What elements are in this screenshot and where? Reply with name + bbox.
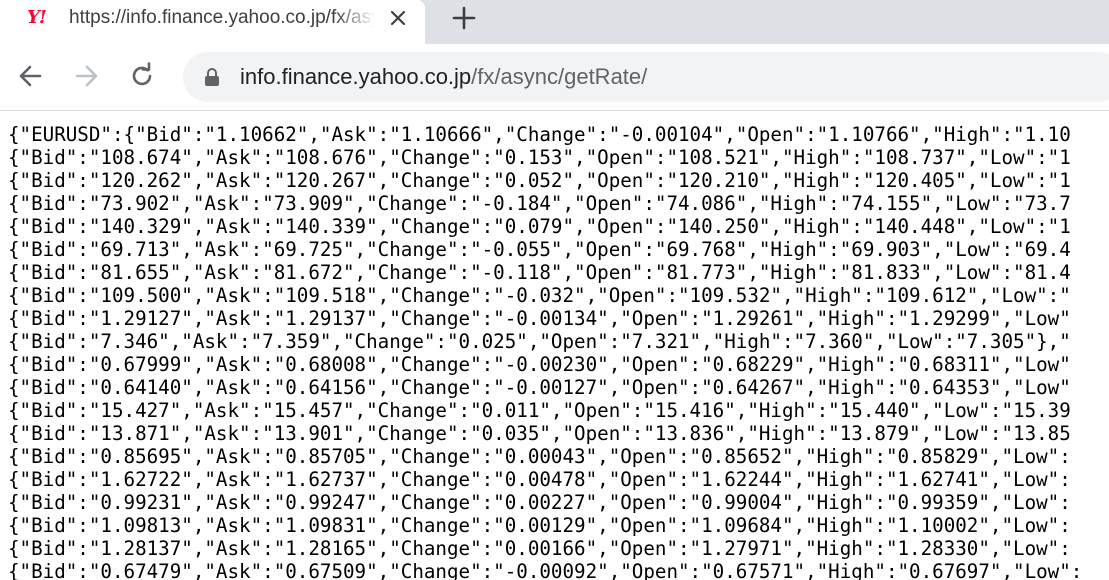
json-line: {"Bid":"7.346","Ask":"7.359","Change":"0…: [8, 330, 1071, 353]
json-line: {"Bid":"15.427","Ask":"15.457","Change":…: [8, 399, 1071, 422]
json-line: {"Bid":"108.674","Ask":"108.676","Change…: [8, 146, 1071, 169]
back-arrow-icon[interactable]: [17, 62, 45, 90]
url-host: info.finance.yahoo.co.jp: [240, 64, 472, 89]
json-line: {"Bid":"0.85695","Ask":"0.85705","Change…: [8, 445, 1071, 468]
json-line: {"Bid":"73.902","Ask":"73.909","Change":…: [8, 192, 1071, 215]
json-line: {"Bid":"69.713","Ask":"69.725","Change":…: [8, 238, 1071, 261]
reload-icon[interactable]: [128, 62, 156, 90]
browser-toolbar: info.finance.yahoo.co.jp/fx/async/getRat…: [0, 44, 1109, 111]
address-bar[interactable]: info.finance.yahoo.co.jp/fx/async/getRat…: [183, 52, 1109, 102]
json-line: {"Bid":"1.29127","Ask":"1.29137","Change…: [8, 307, 1071, 330]
json-line: {"Bid":"81.655","Ask":"81.672","Change":…: [8, 261, 1071, 284]
url-path: /fx/async/getRate/: [471, 64, 648, 89]
json-line: {"Bid":"1.28137","Ask":"1.28165","Change…: [8, 537, 1071, 560]
url-text[interactable]: info.finance.yahoo.co.jp/fx/async/getRat…: [240, 64, 647, 90]
json-line: {"Bid":"140.329","Ask":"140.339","Change…: [8, 215, 1071, 238]
json-response-text: {"EURUSD":{"Bid":"1.10662","Ask":"1.1066…: [8, 123, 1082, 580]
json-line: {"Bid":"1.09813","Ask":"1.09831","Change…: [8, 514, 1071, 537]
page-content: {"EURUSD":{"Bid":"1.10662","Ask":"1.1066…: [0, 111, 1109, 580]
json-line: {"Bid":"0.64140","Ask":"0.64156","Change…: [8, 376, 1071, 399]
browser-tab[interactable]: Y! https://info.finance.yahoo.co.jp/fx/a…: [0, 0, 425, 44]
json-line: {"Bid":"13.871","Ask":"13.901","Change":…: [8, 422, 1071, 445]
tab-title: https://info.finance.yahoo.co.jp/fx/asyn…: [69, 6, 375, 30]
yahoo-favicon-icon: Y!: [27, 7, 47, 28]
lock-icon[interactable]: [203, 67, 221, 87]
json-line: {"EURUSD":{"Bid":"1.10662","Ask":"1.1066…: [8, 123, 1071, 146]
json-line: {"Bid":"0.67999","Ask":"0.68008","Change…: [8, 353, 1071, 376]
json-line: {"Bid":"1.62722","Ask":"1.62737","Change…: [8, 468, 1071, 491]
json-line: {"Bid":"0.99231","Ask":"0.99247","Change…: [8, 491, 1071, 514]
json-line: {"Bid":"120.262","Ask":"120.267","Change…: [8, 169, 1071, 192]
tab-strip: Y! https://info.finance.yahoo.co.jp/fx/a…: [0, 0, 1109, 44]
close-icon[interactable]: [386, 6, 410, 30]
forward-arrow-icon[interactable]: [72, 62, 100, 90]
plus-icon[interactable]: [450, 4, 478, 32]
json-line: {"Bid":"109.500","Ask":"109.518","Change…: [8, 284, 1071, 307]
json-line: {"Bid":"0.67479","Ask":"0.67509","Change…: [8, 560, 1083, 580]
